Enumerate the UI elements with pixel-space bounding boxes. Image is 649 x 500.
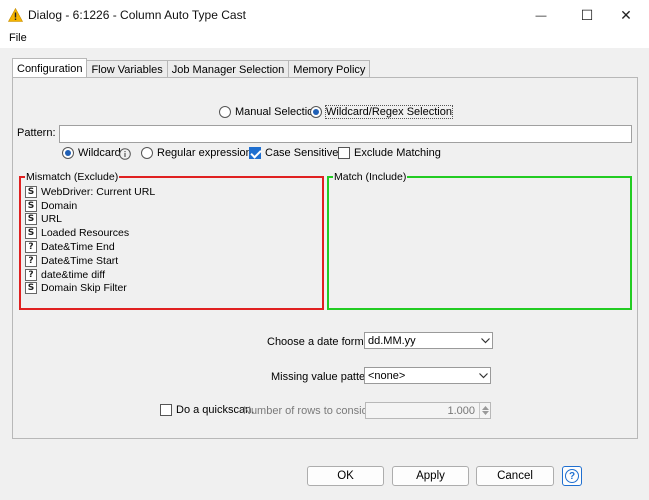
- wildcard-regex-selection-radio[interactable]: Wildcard/Regex Selection: [310, 105, 453, 119]
- chevron-down-icon: [476, 368, 490, 383]
- missing-value-label: Missing value pattern:: [271, 371, 378, 383]
- wildcard-radio[interactable]: Wildcard: [62, 147, 121, 159]
- ok-label: OK: [337, 470, 354, 482]
- checkbox-indicator: [338, 147, 350, 159]
- tab-label: Job Manager Selection: [171, 63, 285, 76]
- close-icon: ✕: [620, 7, 632, 23]
- radio-indicator: [219, 106, 231, 118]
- quickscan-checkbox[interactable]: Do a quickscan.: [160, 404, 254, 416]
- radio-indicator: [141, 147, 153, 159]
- string-type-icon: S: [25, 227, 37, 240]
- exclude-matching-label: Exclude Matching: [354, 147, 441, 159]
- mismatch-exclude-list[interactable]: Mismatch (Exclude) S WebDriver: Current U…: [19, 171, 324, 310]
- mismatch-title: Mismatch (Exclude): [25, 171, 120, 183]
- cancel-button[interactable]: Cancel: [476, 466, 554, 486]
- list-item[interactable]: ? Date&Time Start: [25, 254, 155, 268]
- date-format-label: Choose a date format:: [267, 336, 376, 348]
- close-button[interactable]: ✕: [603, 0, 649, 31]
- wildcard-regex-selection-label: Wildcard/Regex Selection: [325, 105, 453, 119]
- case-sensitive-checkbox[interactable]: Case Sensitive: [249, 147, 338, 159]
- pattern-input[interactable]: [59, 125, 632, 143]
- column-name: Loaded Resources: [41, 227, 130, 240]
- date-format-value: dd.MM.yy: [368, 334, 416, 347]
- column-name: Domain Skip Filter: [41, 282, 127, 295]
- date-format-select[interactable]: dd.MM.yy: [364, 332, 493, 349]
- list-item[interactable]: S Domain: [25, 199, 155, 213]
- pattern-label: Pattern:: [17, 127, 56, 139]
- maximize-icon: ☐: [580, 7, 594, 23]
- radio-indicator: [62, 147, 74, 159]
- rows-value: 1.000: [447, 404, 475, 417]
- list-item[interactable]: ? Date&Time End: [25, 240, 155, 254]
- regular-expression-radio[interactable]: Regular expression: [141, 147, 252, 159]
- apply-button[interactable]: Apply: [392, 466, 469, 486]
- column-name: date&time diff: [41, 268, 106, 281]
- string-type-icon: S: [25, 185, 37, 198]
- menu-bar: File: [0, 31, 649, 48]
- checkbox-indicator: [160, 404, 172, 416]
- column-name: Date&Time End: [41, 241, 115, 254]
- wildcard-label: Wildcard: [78, 147, 121, 159]
- column-name: Domain: [41, 199, 78, 212]
- unknown-type-icon: ?: [25, 241, 37, 254]
- tab-label: Configuration: [17, 62, 83, 75]
- column-name: Date&Time Start: [41, 254, 119, 267]
- list-item[interactable]: S Domain Skip Filter: [25, 282, 155, 296]
- missing-value-select[interactable]: <none>: [364, 367, 491, 384]
- list-item[interactable]: S Loaded Resources: [25, 226, 155, 240]
- tab-flow-variables[interactable]: Flow Variables: [86, 60, 168, 78]
- rows-spinner[interactable]: 1.000: [365, 402, 491, 419]
- tab-job-manager-selection[interactable]: Job Manager Selection: [166, 60, 290, 78]
- menu-file[interactable]: File: [9, 32, 27, 44]
- title-bar: Dialog - 6:1226 - Column Auto Type Cast …: [0, 0, 649, 31]
- missing-value-value: <none>: [368, 369, 406, 382]
- list-item[interactable]: S WebDriver: Current URL: [25, 185, 155, 199]
- window-title: Dialog - 6:1226 - Column Auto Type Cast: [28, 8, 246, 22]
- tab-memory-policy[interactable]: Memory Policy: [288, 60, 371, 78]
- manual-selection-radio[interactable]: Manual Selection: [219, 106, 319, 118]
- help-button[interactable]: ?: [562, 466, 582, 486]
- case-sensitive-label: Case Sensitive: [265, 147, 339, 159]
- tab-strip: Configuration Flow Variables Job Manager…: [12, 58, 371, 78]
- cancel-label: Cancel: [497, 470, 533, 482]
- exclude-matching-checkbox[interactable]: Exclude Matching: [338, 147, 441, 159]
- match-include-list[interactable]: Match (Include): [327, 171, 632, 310]
- unknown-type-icon: ?: [25, 268, 37, 281]
- tab-configuration[interactable]: Configuration: [12, 58, 88, 78]
- manual-selection-label: Manual Selection: [235, 106, 320, 118]
- chevron-down-icon: [478, 333, 492, 348]
- tab-label: Memory Policy: [293, 63, 366, 76]
- list-item[interactable]: ? date&time diff: [25, 268, 155, 282]
- ok-button[interactable]: OK: [307, 466, 384, 486]
- minimize-icon: —: [535, 9, 547, 22]
- warning-icon: [8, 8, 23, 22]
- unknown-type-icon: ?: [25, 254, 37, 267]
- column-name: URL: [41, 213, 63, 226]
- match-title: Match (Include): [333, 171, 408, 183]
- tab-label: Flow Variables: [91, 63, 163, 76]
- minimize-button[interactable]: —: [518, 0, 564, 31]
- string-type-icon: S: [25, 199, 37, 212]
- help-icon: ?: [565, 469, 579, 483]
- string-type-icon: S: [25, 282, 37, 295]
- column-name: WebDriver: Current URL: [41, 185, 156, 198]
- spinner-arrows-icon[interactable]: [479, 403, 490, 418]
- info-icon[interactable]: [119, 148, 131, 160]
- rows-to-consider-label: Number of rows to consider:: [243, 405, 381, 417]
- string-type-icon: S: [25, 213, 37, 226]
- checkbox-indicator: [249, 147, 261, 159]
- mismatch-items: S WebDriver: Current URL S Domain S URL S Lo…: [25, 185, 155, 295]
- regular-expression-label: Regular expression: [157, 147, 252, 159]
- radio-indicator: [310, 106, 322, 118]
- apply-label: Apply: [416, 470, 445, 482]
- list-item[interactable]: S URL: [25, 213, 155, 227]
